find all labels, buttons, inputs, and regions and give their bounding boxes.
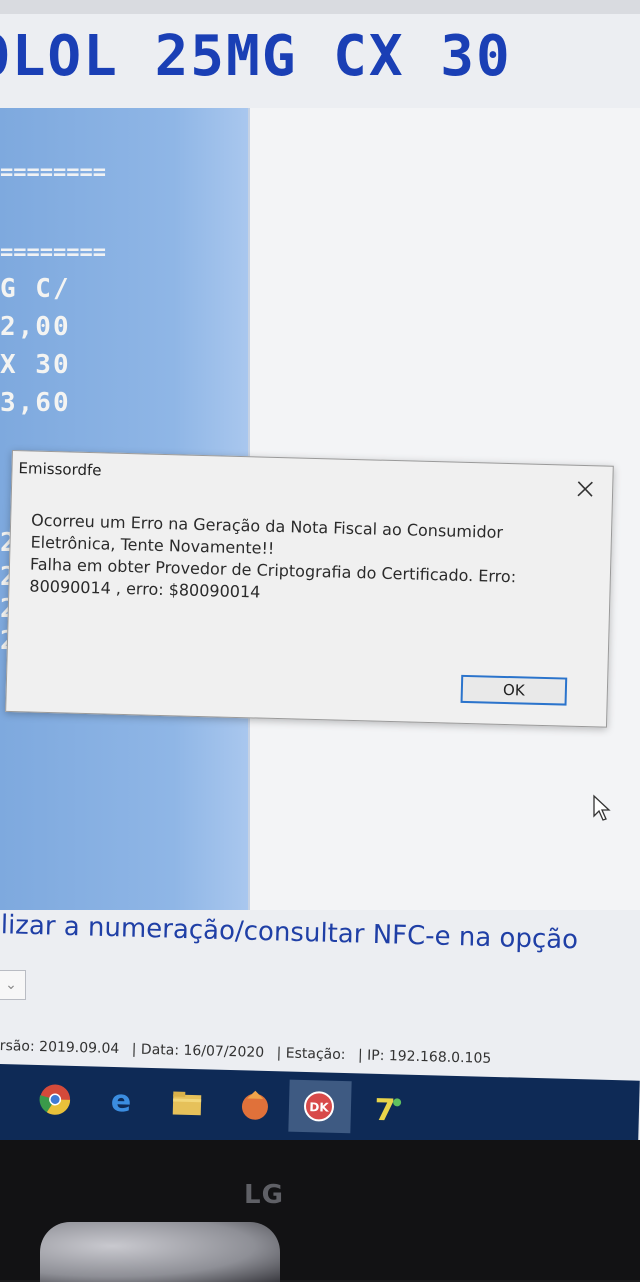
- file-explorer-icon[interactable]: [169, 1084, 206, 1121]
- svg-text:e: e: [110, 1084, 131, 1120]
- monitor-brand-logo: LG: [244, 1180, 284, 1210]
- receipt-separator: ========: [0, 240, 106, 265]
- chevron-down-icon[interactable]: ⌄: [0, 970, 26, 1000]
- dialog-body: Ocorreu um Erro na Geração da Nota Fisca…: [29, 510, 591, 613]
- svg-text:7: 7: [374, 1093, 396, 1127]
- svg-text:DK: DK: [309, 1100, 329, 1115]
- chrome-icon[interactable]: [37, 1081, 74, 1118]
- dk-app-icon[interactable]: DK: [301, 1088, 338, 1125]
- ok-button[interactable]: OK: [460, 674, 568, 706]
- error-dialog: Emissordfe Ocorreu um Erro na Geração da…: [5, 450, 614, 728]
- desk-objects: [40, 1222, 280, 1282]
- app-7-icon[interactable]: 7: [369, 1090, 406, 1127]
- ip-label: | IP: 192.168.0.105: [357, 1047, 492, 1067]
- mouse-cursor-icon: [593, 794, 611, 821]
- error-message: Ocorreu um Erro na Geração da Nota Fisca…: [29, 510, 517, 602]
- receipt-line: 3,60: [0, 388, 71, 418]
- receipt-line: X 30: [0, 350, 71, 380]
- product-title: OLOL 25MG CX 30: [0, 24, 512, 89]
- dialog-title: Emissordfe: [18, 459, 102, 480]
- hint-text: ilizar a numeração/consultar NFC-e na op…: [0, 910, 579, 956]
- date-label: | Data: 16/07/2020: [131, 1041, 265, 1061]
- edge-icon[interactable]: e: [103, 1083, 140, 1120]
- app-icon[interactable]: [237, 1086, 274, 1123]
- station-label: | Estação:: [276, 1045, 346, 1064]
- window-top-strip: [0, 0, 640, 14]
- receipt-line: 2,00: [0, 312, 71, 342]
- receipt-line: G C/: [0, 274, 71, 304]
- close-icon[interactable]: [574, 478, 597, 501]
- monitor-screen: OLOL 25MG CX 30 ======== ======== G C/ 2…: [0, 0, 640, 1160]
- version-label: rsão: 2019.09.04: [0, 1038, 120, 1058]
- receipt-separator: ========: [0, 160, 106, 185]
